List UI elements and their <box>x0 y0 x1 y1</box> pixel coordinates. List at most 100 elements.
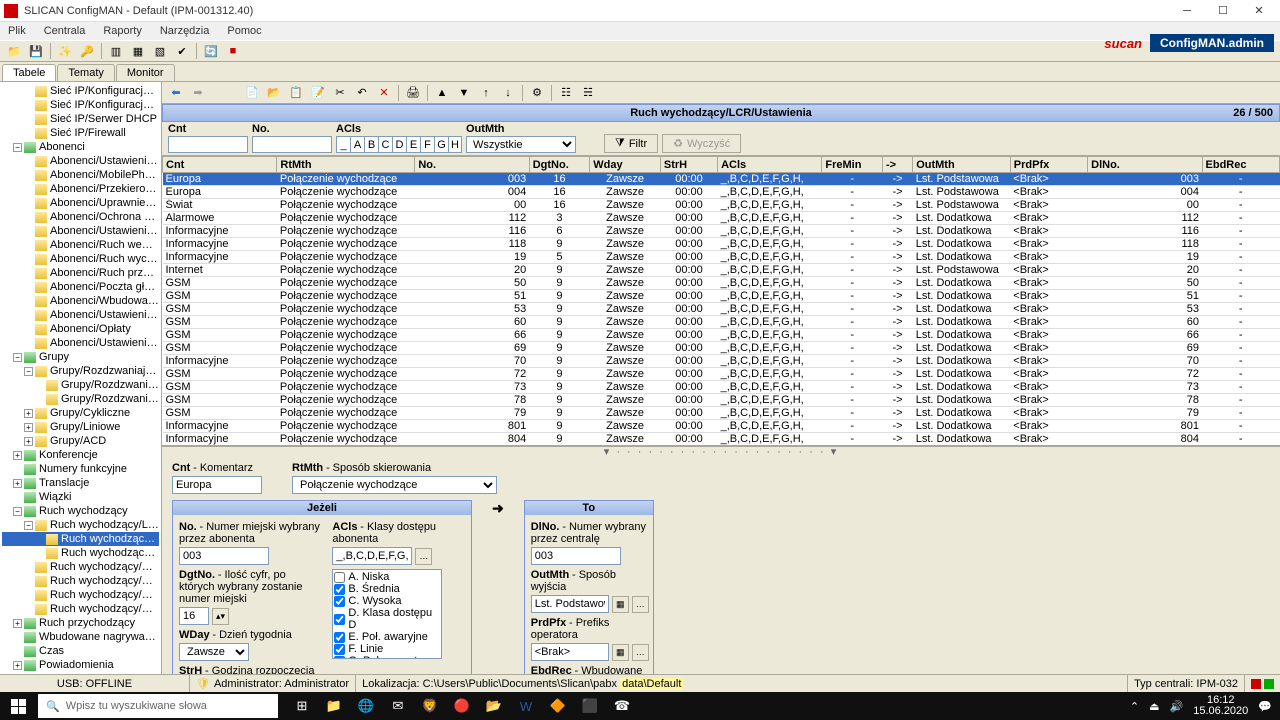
brave-icon[interactable]: 🦁 <box>414 692 446 720</box>
tree-item[interactable]: Ruch wychodzący/LCR/Usta <box>2 532 159 546</box>
acls-checkbox[interactable] <box>334 656 345 660</box>
tree-item[interactable]: −Ruch wychodzący/LCR <box>2 518 159 532</box>
detail-rtmth-select[interactable]: Połączenie wychodzące <box>292 476 497 494</box>
tree-item[interactable]: +Powiadomienia <box>2 658 159 672</box>
grid-icon[interactable]: ▦ <box>612 596 629 613</box>
table-row[interactable]: GSMPołączenie wychodzące519Zawsze00:00_,… <box>163 290 1280 303</box>
tree-toggle-icon[interactable]: − <box>13 353 22 362</box>
tree-item[interactable]: Abonenci/Wbudowane nagrywani <box>2 294 159 308</box>
tray-clock[interactable]: 16:1215.06.2020 <box>1193 695 1248 717</box>
menu-pomoc[interactable]: Pomoc <box>223 24 265 38</box>
tab-monitor[interactable]: Monitor <box>116 64 175 81</box>
filter-letter-D[interactable]: D <box>392 136 406 153</box>
detail-no-input[interactable] <box>179 547 269 565</box>
tree-item[interactable]: Numery funkcyjne <box>2 462 159 476</box>
tree-toggle-icon[interactable]: + <box>13 451 22 460</box>
cfg1-icon[interactable]: ⚙ <box>527 84 547 102</box>
column-header[interactable]: DlNo. <box>1088 157 1202 173</box>
table-row[interactable]: EuropaPołączenie wychodzące00316Zawsze00… <box>163 173 1280 186</box>
configman-icon[interactable]: ☎ <box>606 692 638 720</box>
app1-icon[interactable]: 🔴 <box>446 692 478 720</box>
column-header[interactable]: OutMth <box>913 157 1011 173</box>
table-row[interactable]: GSMPołączenie wychodzące669Zawsze00:00_,… <box>163 329 1280 342</box>
table-row[interactable]: GSMPołączenie wychodzące699Zawsze00:00_,… <box>163 342 1280 355</box>
tree-item[interactable]: Ruch wychodzący/Prefiksy dozwo <box>2 574 159 588</box>
table-row[interactable]: InformacyjnePołączenie wychodzące1166Zaw… <box>163 225 1280 238</box>
doc-undo-icon[interactable]: ↶ <box>352 84 372 102</box>
tree-item[interactable]: −Ruch wychodzący <box>2 504 159 518</box>
start-button[interactable] <box>0 692 36 720</box>
tree-item[interactable]: Ruch wychodzący/Krótkie numery <box>2 560 159 574</box>
filter-letter-E[interactable]: E <box>406 136 420 153</box>
table-row[interactable]: InformacyjnePołączenie wychodzące195Zaws… <box>163 251 1280 264</box>
tree-item[interactable]: Abonenci/Przekierowania <box>2 182 159 196</box>
tool-check-icon[interactable]: ✔ <box>172 42 192 60</box>
tree-item[interactable]: +Grupy/ACD <box>2 434 159 448</box>
tree-item[interactable]: Abonenci/Ochrona przed usługam <box>2 210 159 224</box>
tree-toggle-icon[interactable]: + <box>24 409 33 418</box>
tree-toggle-icon[interactable]: + <box>13 479 22 488</box>
column-header[interactable]: DgtNo. <box>529 157 590 173</box>
tree-item[interactable]: Sieć IP/Konfiguracja PoE <box>2 84 159 98</box>
tray-notification-icon[interactable]: 💬 <box>1258 700 1272 713</box>
move-down-icon[interactable]: ↓ <box>498 84 518 102</box>
tree-toggle-icon[interactable]: − <box>13 507 22 516</box>
tool-stop-icon[interactable]: ■ <box>223 42 243 60</box>
grid-icon[interactable]: ▦ <box>612 644 629 661</box>
minimize-button[interactable]: ─ <box>1170 2 1204 20</box>
table-row[interactable]: InformacyjnePołączenie wychodzące8019Zaw… <box>163 420 1280 433</box>
tool-save-icon[interactable]: 💾 <box>26 42 46 60</box>
tree-item[interactable]: Ruch wychodzący/LCR/Opła <box>2 546 159 560</box>
table-row[interactable]: GSMPołączenie wychodzące509Zawsze00:00_,… <box>163 277 1280 290</box>
tree-toggle-icon[interactable]: + <box>13 661 22 670</box>
detail-acls-list[interactable]: A. NiskaB. ŚredniaC. WysokaD. Klasa dost… <box>332 569 442 659</box>
tool-refresh-icon[interactable]: 🔄 <box>201 42 221 60</box>
app3-icon[interactable]: ⬛ <box>574 692 606 720</box>
acls-checkbox[interactable] <box>334 596 345 607</box>
column-header[interactable]: ACls <box>718 157 822 173</box>
tool-db1-icon[interactable]: ▥ <box>106 42 126 60</box>
spinner-icon[interactable]: ▴▾ <box>212 608 229 625</box>
move-up-icon[interactable]: ↑ <box>476 84 496 102</box>
acls-checkbox[interactable] <box>334 614 345 625</box>
cfg3-icon[interactable]: ☵ <box>578 84 598 102</box>
table-row[interactable]: InformacyjnePołączenie wychodzące709Zaws… <box>163 355 1280 368</box>
tab-tematy[interactable]: Tematy <box>57 64 114 81</box>
table-row[interactable]: GSMPołączenie wychodzące609Zawsze00:00_,… <box>163 316 1280 329</box>
tree-item[interactable]: Abonenci/Ustawienia VoIP <box>2 336 159 350</box>
filter-letter-H[interactable]: H <box>448 136 462 153</box>
filter-letter-_[interactable]: _ <box>336 136 350 153</box>
filter-letter-G[interactable]: G <box>434 136 448 153</box>
sort-up-icon[interactable]: ▲ <box>432 84 452 102</box>
tree-item[interactable]: Sieć IP/Serwer DHCP <box>2 112 159 126</box>
tab-tabele[interactable]: Tabele <box>2 64 56 81</box>
doc-copy-icon[interactable]: 📋 <box>286 84 306 102</box>
tool-db3-icon[interactable]: ▧ <box>150 42 170 60</box>
tree-toggle-icon[interactable]: − <box>13 143 22 152</box>
tree-item[interactable]: −Grupy <box>2 350 159 364</box>
column-header[interactable]: StrH <box>660 157 717 173</box>
filter-cnt-input[interactable] <box>168 136 248 153</box>
tree-item[interactable]: Abonenci/Ruch przychodzący <box>2 266 159 280</box>
taskbar-search[interactable]: 🔍Wpisz tu wyszukiwane słowa <box>38 694 278 718</box>
tree-item[interactable]: +Translacje <box>2 476 159 490</box>
tree-item[interactable]: +Grupy/Liniowe <box>2 420 159 434</box>
tree-item[interactable]: Grupy/Rozdzwaniające/Skład <box>2 392 159 406</box>
sidebar-tree[interactable]: Sieć IP/Konfiguracja PoESieć IP/Konfigur… <box>0 82 162 680</box>
tool-wand-icon[interactable]: ✨ <box>55 42 75 60</box>
tree-item[interactable]: Abonenci/Ustawienia pozostałe <box>2 224 159 238</box>
app2-icon[interactable]: 🔶 <box>542 692 574 720</box>
table-row[interactable]: GSMPołączenie wychodzące539Zawsze00:00_,… <box>163 303 1280 316</box>
filter-no-input[interactable] <box>252 136 332 153</box>
horizontal-splitter[interactable]: ▾ · · · · · · · · · · · · · · · · · · · … <box>162 446 1280 456</box>
tree-item[interactable]: Abonenci/Opłaty <box>2 322 159 336</box>
table-row[interactable]: GSMPołączenie wychodzące729Zawsze00:00_,… <box>163 368 1280 381</box>
filter-letter-C[interactable]: C <box>378 136 392 153</box>
table-row[interactable]: GSMPołączenie wychodzące789Zawsze00:00_,… <box>163 394 1280 407</box>
table-row[interactable]: GSMPołączenie wychodzące889Zawsze00:00_,… <box>163 446 1280 447</box>
table-row[interactable]: InternetPołączenie wychodzące209Zawsze00… <box>163 264 1280 277</box>
cfg2-icon[interactable]: ☷ <box>556 84 576 102</box>
lookup-icon[interactable]: … <box>632 644 649 661</box>
print-icon[interactable]: 🖨 <box>403 84 423 102</box>
folder-icon[interactable]: 📂 <box>478 692 510 720</box>
